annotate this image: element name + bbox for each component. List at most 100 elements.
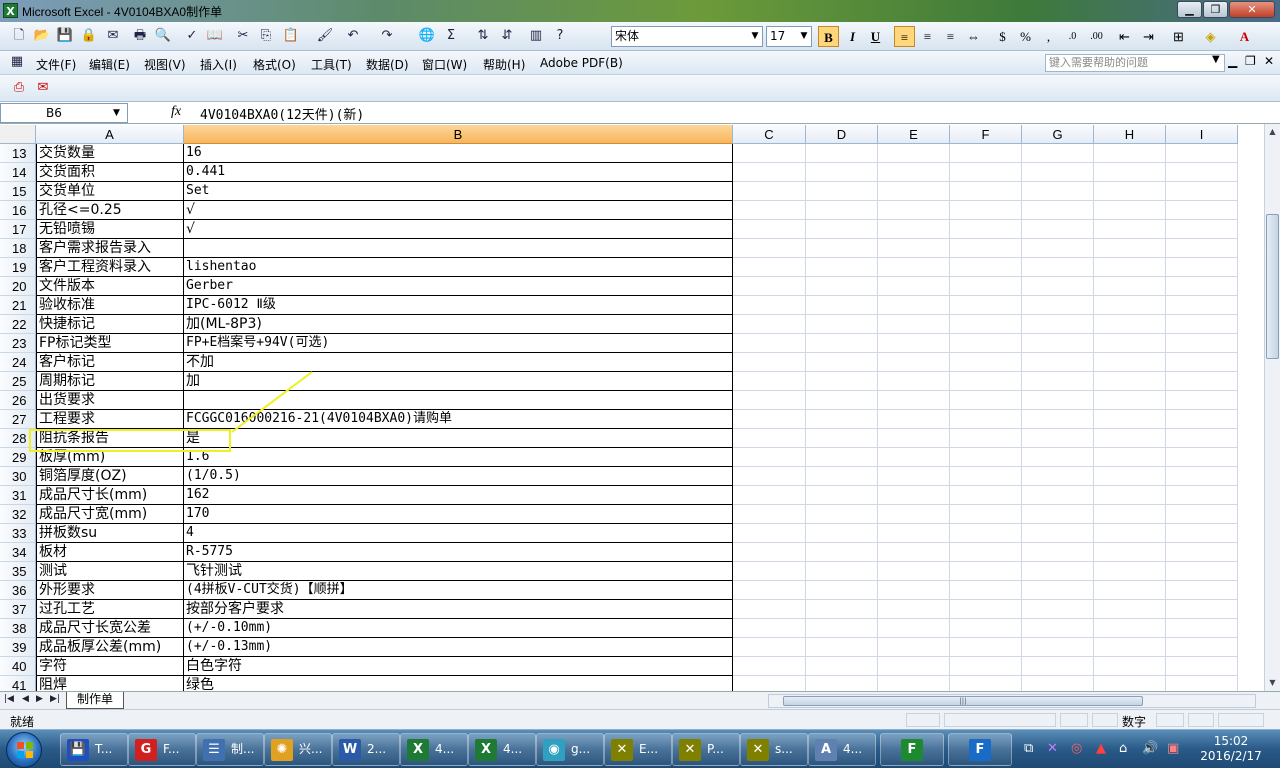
cell-empty[interactable] (733, 372, 806, 391)
horizontal-scrollbar[interactable]: ||| (768, 694, 1256, 708)
cell-empty[interactable] (1022, 182, 1094, 201)
cell-empty[interactable] (733, 581, 806, 600)
cell-empty[interactable] (950, 163, 1022, 182)
save-icon[interactable]: 💾 (56, 27, 74, 45)
excel-icon[interactable]: X (3, 3, 18, 18)
row-header[interactable]: 25 (0, 372, 36, 391)
cell-a[interactable]: 测试 (36, 562, 184, 581)
cell-empty[interactable] (1022, 562, 1094, 581)
print-icon[interactable]: 🖶 (131, 27, 149, 45)
underline-button[interactable]: U (865, 26, 886, 47)
cell-empty[interactable] (878, 334, 950, 353)
cell-empty[interactable] (1166, 277, 1238, 296)
taskbar-button[interactable]: ✺ 兴... (264, 733, 332, 766)
pdf-email-icon[interactable]: ✉ (34, 79, 52, 97)
scroll-up-icon[interactable]: ▲ (1266, 125, 1279, 139)
cell-empty[interactable] (1022, 410, 1094, 429)
prev-sheet-icon[interactable]: ◀ (22, 694, 29, 704)
row-header[interactable]: 37 (0, 600, 36, 619)
cell-a[interactable]: 周期标记 (36, 372, 184, 391)
cell-empty[interactable] (1022, 277, 1094, 296)
cell-empty[interactable] (1094, 676, 1166, 691)
cell-b[interactable]: (+/-0.10mm) (184, 619, 733, 638)
cell-empty[interactable] (1094, 391, 1166, 410)
cell-a[interactable]: FP标记类型 (36, 334, 184, 353)
cell-empty[interactable] (878, 315, 950, 334)
cell-empty[interactable] (1022, 372, 1094, 391)
cell-empty[interactable] (878, 429, 950, 448)
cell-empty[interactable] (806, 505, 878, 524)
cell-empty[interactable] (878, 676, 950, 691)
cell-empty[interactable] (733, 239, 806, 258)
cell-empty[interactable] (950, 486, 1022, 505)
column-header-c[interactable]: C (733, 125, 806, 144)
autosum-icon[interactable]: Σ (442, 27, 460, 45)
taskbar-pinned-button[interactable]: F (880, 733, 944, 766)
row-header[interactable]: 24 (0, 353, 36, 372)
font-name-select[interactable]: 宋体 ▼ (611, 26, 763, 47)
chevron-down-icon[interactable]: ▼ (1212, 54, 1220, 65)
cell-empty[interactable] (733, 353, 806, 372)
next-sheet-icon[interactable]: ▶ (36, 694, 43, 704)
cell-a[interactable]: 交货单位 (36, 182, 184, 201)
cell-a[interactable]: 孔径<=0.25 (36, 201, 184, 220)
cell-a[interactable]: 成品尺寸长(mm) (36, 486, 184, 505)
row-header[interactable]: 39 (0, 638, 36, 657)
cell-b[interactable]: 170 (184, 505, 733, 524)
cell-empty[interactable] (950, 144, 1022, 163)
cell-empty[interactable] (950, 448, 1022, 467)
cell-empty[interactable] (733, 505, 806, 524)
cell-empty[interactable] (878, 600, 950, 619)
cell-empty[interactable] (806, 277, 878, 296)
cell-empty[interactable] (806, 163, 878, 182)
cell-empty[interactable] (1166, 182, 1238, 201)
cell-empty[interactable] (733, 144, 806, 163)
close-button[interactable]: ✕ (1229, 1, 1275, 18)
chevron-down-icon[interactable]: ▼ (748, 27, 762, 46)
cell-empty[interactable] (1022, 543, 1094, 562)
cell-empty[interactable] (1022, 353, 1094, 372)
app-tray-icon[interactable]: ◎ (1071, 741, 1082, 756)
cell-empty[interactable] (733, 258, 806, 277)
cell-empty[interactable] (1166, 543, 1238, 562)
row-header[interactable]: 14 (0, 163, 36, 182)
cell-empty[interactable] (1094, 334, 1166, 353)
row-header[interactable]: 21 (0, 296, 36, 315)
network-status-icon[interactable]: ▣ (1167, 741, 1179, 756)
cell-empty[interactable] (806, 201, 878, 220)
menu-tools[interactable]: 工具(T) (311, 56, 352, 73)
cell-empty[interactable] (733, 600, 806, 619)
taskbar-button[interactable]: 💾 T... (60, 733, 128, 766)
cell-empty[interactable] (950, 429, 1022, 448)
cell-empty[interactable] (878, 296, 950, 315)
cell-b[interactable]: Gerber (184, 277, 733, 296)
cell-empty[interactable] (1022, 220, 1094, 239)
spreadsheet-grid[interactable]: A B C D E F G H I 13 交货数量 16 14 交货面积 0.441 15 交货单位 Set 16 孔… (0, 125, 1264, 691)
cell-empty[interactable] (878, 543, 950, 562)
doc-minimize-button[interactable]: ▁ (1228, 54, 1237, 68)
cell-b[interactable]: FCGGC016000216-21(4V0104BXA0)请购单 (184, 410, 733, 429)
cell-empty[interactable] (806, 182, 878, 201)
cell-a[interactable]: 板材 (36, 543, 184, 562)
cell-empty[interactable] (1022, 334, 1094, 353)
cell-empty[interactable] (1094, 543, 1166, 562)
horizontal-scroll-thumb[interactable]: ||| (783, 696, 1143, 706)
cell-empty[interactable] (806, 467, 878, 486)
cell-empty[interactable] (950, 505, 1022, 524)
cell-empty[interactable] (950, 657, 1022, 676)
menu-window[interactable]: 窗口(W) (422, 56, 467, 73)
cell-empty[interactable] (1094, 144, 1166, 163)
cell-empty[interactable] (1166, 391, 1238, 410)
cut-icon[interactable]: ✂ (234, 27, 252, 45)
cell-empty[interactable] (950, 239, 1022, 258)
copy-icon[interactable]: ⎘ (257, 27, 275, 45)
row-header[interactable]: 38 (0, 619, 36, 638)
menu-help[interactable]: 帮助(H) (483, 56, 525, 73)
cell-empty[interactable] (878, 277, 950, 296)
cell-empty[interactable] (1022, 144, 1094, 163)
cell-empty[interactable] (878, 581, 950, 600)
cell-empty[interactable] (1022, 448, 1094, 467)
cell-empty[interactable] (1094, 258, 1166, 277)
fill-color-button[interactable]: ◈ (1200, 26, 1221, 47)
cell-empty[interactable] (1022, 524, 1094, 543)
